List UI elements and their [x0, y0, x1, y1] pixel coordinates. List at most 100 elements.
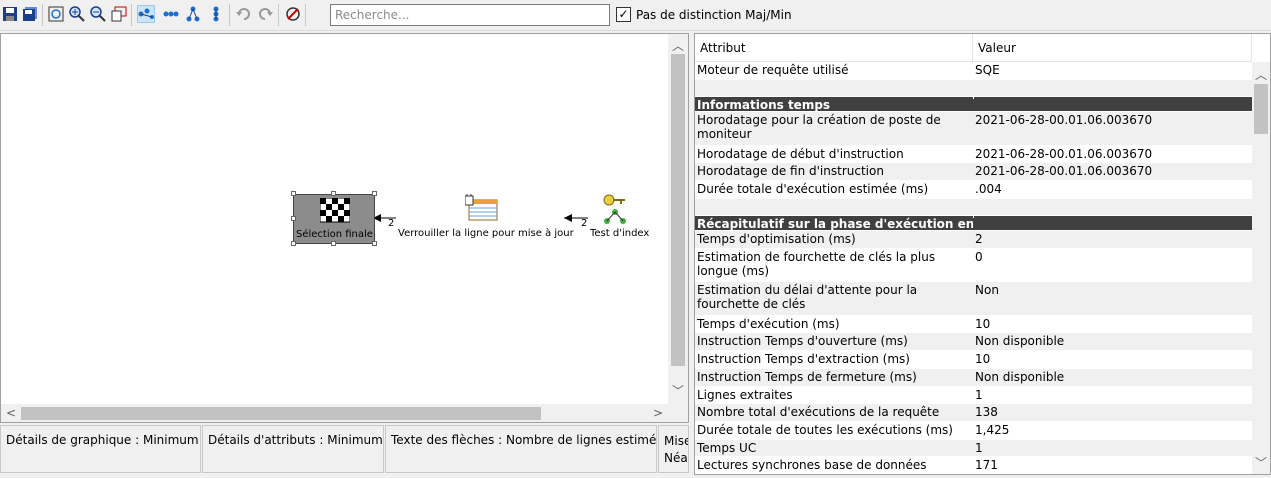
property-row[interactable] [695, 80, 1252, 97]
scroll-thumb[interactable] [671, 54, 685, 366]
property-row[interactable]: Estimation du délai d'attente pour la fo… [695, 282, 1252, 316]
property-value: Non [975, 283, 999, 297]
scrollbar-corner [668, 404, 688, 422]
property-value [973, 216, 1252, 218]
selection-handle[interactable] [291, 241, 296, 246]
property-row[interactable]: Lignes extraites 1 [695, 387, 1252, 404]
property-attribute: Horodatage pour la création de poste de … [697, 113, 941, 141]
scroll-up-icon[interactable]: ︿ [1251, 66, 1270, 83]
property-row[interactable]: Horodatage de fin d'instruction 2021-06-2… [695, 163, 1252, 181]
layout-vertical-icon[interactable] [207, 5, 225, 23]
property-row[interactable]: Instruction Temps d'ouverture (ms) Non di… [695, 333, 1252, 351]
truncated-status[interactable]: Mise Néan [658, 425, 689, 473]
property-attribute: Récapitulatif sur la phase d'exécution e… [697, 217, 973, 231]
save-icon[interactable] [1, 5, 19, 23]
selection-handle[interactable] [291, 191, 296, 196]
scroll-thumb[interactable] [1254, 84, 1268, 134]
property-attribute [695, 199, 973, 201]
scroll-up-icon[interactable]: ︿ [668, 37, 688, 54]
property-row[interactable]: Horodatage pour la création de poste de … [695, 112, 1252, 146]
property-value: 2021-06-28-00.01.06.003670 [975, 147, 1153, 161]
selection-handle[interactable] [372, 241, 377, 246]
property-row[interactable]: Instruction Temps de fermeture (ms) Non d… [695, 369, 1252, 387]
edge-row-count: 2 [581, 218, 588, 229]
zoom-fit-icon[interactable] [47, 5, 65, 23]
section-header-row[interactable]: Informations temps [695, 97, 1252, 112]
property-row[interactable] [695, 199, 1252, 216]
scroll-right-icon[interactable]: > [648, 406, 668, 420]
property-row[interactable]: Instruction Temps d'extraction (ms) 10 [695, 351, 1252, 369]
property-attribute: Durée totale d'exécution estimée (ms) [697, 182, 929, 196]
property-attribute: Temps d'exécution (ms) [697, 317, 840, 331]
toolbar-separator [131, 4, 132, 26]
property-value: Non disponible [975, 334, 1065, 348]
highlight-icon[interactable] [284, 5, 302, 23]
property-attribute: Durée totale de toutes les exécutions (m… [697, 423, 953, 437]
property-attribute: Moteur de requête utilisé [697, 63, 849, 77]
property-attribute: Instruction Temps d'ouverture (ms) [697, 334, 908, 348]
lock-row-node[interactable]: Verrouiller la ligne pour mise à jour [397, 194, 574, 242]
graph-status-bar: Détails de graphique : Minimum Détails d… [0, 425, 689, 475]
layout-row-icon[interactable] [162, 5, 180, 23]
property-row[interactable]: Durée totale de toutes les exécutions (m… [695, 422, 1252, 440]
property-row[interactable]: Estimation de fourchette de clés la plus… [695, 249, 1252, 282]
property-row[interactable]: Temps d'optimisation (ms) 2 [695, 231, 1252, 249]
properties-header: Attribut Valeur [695, 34, 1252, 62]
zoom-area-icon[interactable] [110, 5, 128, 23]
property-row[interactable]: Nombre total d'exécutions de la requête 1… [695, 404, 1252, 422]
properties-vertical-scrollbar[interactable]: ︿ ﹀ [1252, 62, 1270, 474]
final-selection-node[interactable]: Sélection finale [293, 194, 375, 244]
property-attribute: Horodatage de fin d'instruction [697, 164, 884, 178]
graph-details-status[interactable]: Détails de graphique : Minimum [0, 425, 201, 473]
arrow-text-status[interactable]: Texte des flèches : Nombre de lignes est… [385, 425, 657, 473]
property-row[interactable]: Temps d'exécution (ms) 10 [695, 316, 1252, 333]
layout-tree-icon[interactable] [184, 5, 202, 23]
attribute-details-text: Détails d'attributs : Minimum [208, 433, 383, 447]
edge-row-count: 2 [388, 218, 395, 229]
property-attribute: Instruction Temps d'extraction (ms) [697, 352, 910, 366]
property-row[interactable]: Lectures synchrones base de données 171 [695, 457, 1252, 474]
selection-handle[interactable] [331, 191, 336, 196]
property-value: 1,425 [975, 423, 1010, 437]
graph-panel[interactable]: Sélection finale 2 Verrouiller la ligne … [0, 33, 689, 423]
zoom-out-icon[interactable] [89, 5, 107, 23]
toolbar: ✓ Pas de distinction Maj/Min [0, 0, 1271, 31]
property-attribute: Temps UC [697, 441, 757, 455]
selection-handle[interactable] [331, 241, 336, 246]
final-selection-label: Sélection finale [296, 229, 373, 240]
property-row[interactable]: Horodatage de début d'instruction 2021-06… [695, 146, 1252, 163]
toolbar-separator [229, 4, 230, 26]
property-attribute: Temps d'optimisation (ms) [697, 232, 856, 246]
truncated-status-line: Mise [664, 434, 689, 448]
undo-icon[interactable] [235, 5, 253, 23]
scroll-left-icon[interactable]: < [1, 406, 21, 420]
scroll-down-icon[interactable]: ﹀ [1251, 454, 1270, 471]
case-insensitive-checkbox[interactable]: ✓ [616, 7, 631, 22]
column-header-attribute[interactable]: Attribut [695, 34, 973, 62]
selection-handle[interactable] [291, 216, 296, 221]
save-all-icon[interactable] [21, 5, 39, 23]
selection-handle[interactable] [372, 191, 377, 196]
zoom-in-icon[interactable] [68, 5, 86, 23]
search-input[interactable] [330, 4, 610, 26]
layout-horizontal-icon[interactable] [137, 5, 155, 23]
property-attribute [695, 80, 973, 82]
property-row[interactable]: Durée totale d'exécution estimée (ms) .00… [695, 181, 1252, 199]
property-value: 138 [975, 405, 998, 419]
attribute-details-status[interactable]: Détails d'attributs : Minimum [202, 425, 384, 473]
property-row[interactable]: Moteur de requête utilisé SQE [695, 62, 1252, 80]
graph-vertical-scrollbar[interactable]: ︿ ﹀ [668, 34, 688, 404]
index-test-node[interactable]: Test d'index [589, 194, 651, 242]
properties-panel: Attribut Valeur Moteur de requête utilis… [694, 33, 1271, 475]
scroll-down-icon[interactable]: ﹀ [668, 382, 688, 399]
property-row[interactable]: Temps UC 1 [695, 440, 1252, 457]
graph-details-text: Détails de graphique : Minimum [6, 433, 199, 447]
redo-icon[interactable] [256, 5, 274, 23]
property-value: SQE [975, 63, 1000, 77]
scroll-thumb[interactable] [21, 407, 541, 420]
checkered-flag-icon [320, 198, 350, 223]
column-header-value[interactable]: Valeur [973, 34, 1252, 62]
graph-horizontal-scrollbar[interactable]: < > [1, 404, 668, 422]
property-attribute: Nombre total d'exécutions de la requête [697, 405, 940, 419]
section-header-row[interactable]: Récapitulatif sur la phase d'exécution e… [695, 216, 1252, 231]
